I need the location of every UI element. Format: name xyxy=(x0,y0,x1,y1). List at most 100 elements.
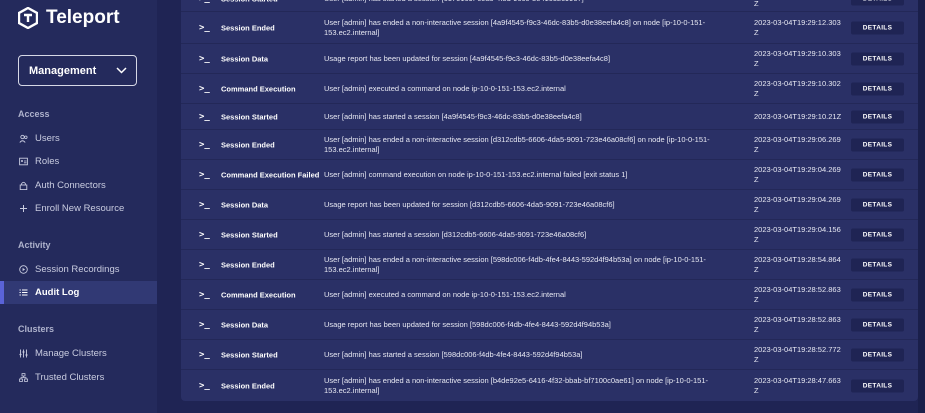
table-row: >_ Session Started User [admin] has starte… xyxy=(181,0,918,12)
section-access: Access xyxy=(18,109,50,119)
table-row: >_ Session Data Usage report has been upda… xyxy=(181,310,918,340)
nav-label: Users xyxy=(35,133,60,144)
event-type: Session Data xyxy=(221,320,269,329)
table-row: >_ Session Data Usage report has been upda… xyxy=(181,44,918,74)
event-type: Session Started xyxy=(221,0,278,3)
table-row: >_ Session Started User [admin] has starte… xyxy=(181,340,918,370)
event-time: 2023-03-04T19:28:54.864Z xyxy=(754,254,841,274)
event-time: 2023-03-04T19:29:04.269Z xyxy=(754,164,841,184)
event-description: User [admin] has started a session [4a9f… xyxy=(324,111,582,121)
event-time: 2023-03-04T19:29:10.21Z xyxy=(754,111,842,121)
terminal-icon: >_ xyxy=(199,111,210,122)
brand-name: Teleport xyxy=(46,7,120,28)
event-description: User [admin] has ended a non-interactive… xyxy=(324,134,710,154)
brand[interactable]: Teleport xyxy=(18,6,120,30)
details-button[interactable]: DETAILS xyxy=(851,82,904,95)
nav-item-session-recordings[interactable]: Session Recordings xyxy=(0,258,157,281)
table-row: >_ Command Execution User [admin] executed… xyxy=(181,74,918,104)
nav-item-users[interactable]: Users xyxy=(0,127,157,150)
cluster-select[interactable]: Management xyxy=(18,55,137,86)
table-row: >_ Session Ended User [admin] has ended a … xyxy=(181,370,918,401)
table-row: >_ Session Data Usage report has been upda… xyxy=(181,190,918,220)
terminal-icon: >_ xyxy=(199,259,210,270)
event-time: 2023-03-04T19:29:12.303Z xyxy=(754,17,841,37)
event-description: User [admin] has ended a non-interactive… xyxy=(324,254,706,274)
event-type: Session Ended xyxy=(221,23,275,32)
nav-label: Roles xyxy=(35,156,60,167)
terminal-icon: >_ xyxy=(199,289,210,300)
event-time: 2023-03-04T19:28:47.663Z xyxy=(754,375,841,395)
nav-item-auth-connectors[interactable]: Auth Connectors xyxy=(0,174,157,197)
event-description: User [admin] has ended a non-interactive… xyxy=(324,17,706,37)
nav-item-audit-log[interactable]: Audit Log xyxy=(0,281,157,304)
nav-label: Audit Log xyxy=(35,287,80,298)
details-button[interactable]: DETAILS xyxy=(851,198,904,211)
nav-item-roles[interactable]: Roles xyxy=(0,150,157,173)
event-description: Usage report has been updated for sessio… xyxy=(324,319,611,329)
event-description: User [admin] executed a command on node … xyxy=(324,289,566,299)
event-time: 2023-03-04T19:29:04.156Z xyxy=(754,224,841,244)
details-button[interactable]: DETAILS xyxy=(851,288,904,301)
sliders-icon xyxy=(19,349,28,358)
terminal-icon: >_ xyxy=(199,380,210,391)
details-button[interactable]: DETAILS xyxy=(851,379,904,392)
nav-item-enroll-new-resource[interactable]: Enroll New Resource xyxy=(0,197,157,220)
details-button[interactable]: DETAILS xyxy=(851,0,904,5)
terminal-icon: >_ xyxy=(199,139,210,150)
cluster-select-value: Management xyxy=(29,64,97,77)
event-time: 2023-03-04T19:31:48.052Z xyxy=(754,0,759,8)
id-card-icon xyxy=(19,157,28,166)
nav-label: Manage Clusters xyxy=(35,348,107,359)
details-button[interactable]: DETAILS xyxy=(851,138,904,151)
details-button[interactable]: DETAILS xyxy=(851,318,904,331)
event-type: Session Data xyxy=(221,54,269,63)
terminal-icon: >_ xyxy=(199,319,210,330)
event-time: 2023-03-04T19:28:52.863Z xyxy=(754,284,841,304)
plus-icon xyxy=(20,205,27,212)
event-description: User [admin] has ended a non-interactive… xyxy=(324,375,709,395)
terminal-icon: >_ xyxy=(199,53,210,64)
event-type: Session Started xyxy=(221,350,278,359)
event-time: 2023-03-04T19:28:52.863Z xyxy=(754,314,841,334)
details-button[interactable]: DETAILS xyxy=(851,168,904,181)
terminal-icon: >_ xyxy=(199,83,210,94)
table-row: >_ Command Execution Failed User [admin] c… xyxy=(181,160,918,190)
details-button[interactable]: DETAILS xyxy=(851,21,904,34)
scrollbar[interactable] xyxy=(918,0,925,413)
event-description: User [admin] has started a session [d312… xyxy=(324,229,587,239)
details-button[interactable]: DETAILS xyxy=(851,228,904,241)
event-description: User [admin] executed a command on node … xyxy=(324,83,566,93)
details-button[interactable]: DETAILS xyxy=(851,348,904,361)
table-row: >_ Session Ended User [admin] has ended a … xyxy=(181,12,918,44)
details-button[interactable]: DETAILS xyxy=(851,110,904,123)
terminal-icon: >_ xyxy=(199,22,210,33)
event-time: 2023-03-04T19:29:06.269Z xyxy=(754,134,841,154)
sidebar: Teleport Management Access Users Roles A… xyxy=(0,0,157,413)
event-description: Usage report has been updated for sessio… xyxy=(324,199,615,209)
event-description: User [admin] command execution on node i… xyxy=(324,169,628,179)
nav-label: Trusted Clusters xyxy=(35,372,105,383)
nav-item-trusted-clusters[interactable]: Trusted Clusters xyxy=(0,366,157,389)
event-description: User [admin] has started a session [598d… xyxy=(324,349,583,359)
tree-structure-icon xyxy=(19,373,28,382)
lock-icon xyxy=(19,181,28,190)
details-button[interactable]: DETAILS xyxy=(851,258,904,271)
details-button[interactable]: DETAILS xyxy=(851,52,904,65)
nav-item-manage-clusters[interactable]: Manage Clusters xyxy=(0,342,157,365)
event-time: 2023-03-04T19:29:10.303Z xyxy=(754,48,841,68)
event-description: Usage report has been updated for sessio… xyxy=(324,53,611,63)
terminal-icon: >_ xyxy=(199,229,210,240)
event-type: Session Started xyxy=(221,230,278,239)
terminal-icon: >_ xyxy=(199,349,210,360)
users-icon xyxy=(19,134,28,143)
table-row: >_ Session Ended User [admin] has ended a … xyxy=(181,250,918,280)
event-time: 2023-03-04T19:29:10.302Z xyxy=(754,78,841,98)
list-icon xyxy=(19,289,28,296)
event-type: Session Ended xyxy=(221,260,275,269)
event-description: User [admin] has started a session [6170… xyxy=(324,0,744,4)
section-clusters: Clusters xyxy=(18,324,55,334)
table-row: >_ Command Execution User [admin] executed… xyxy=(181,280,918,310)
nav-label: Session Recordings xyxy=(35,264,120,275)
table-row: >_ Session Started User [admin] has starte… xyxy=(181,220,918,250)
event-type: Session Ended xyxy=(221,381,275,390)
